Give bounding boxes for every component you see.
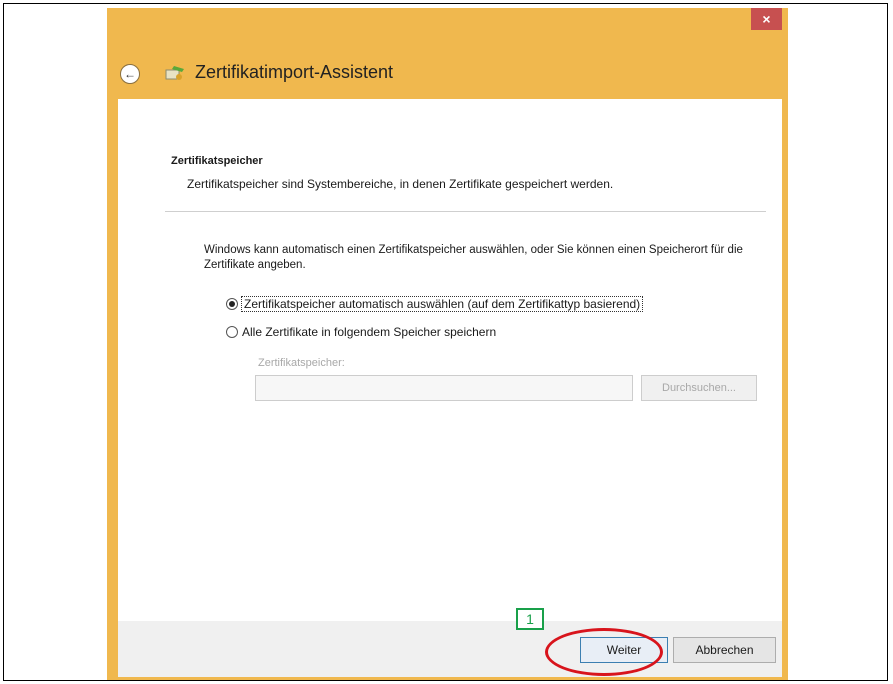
back-button[interactable]: ← — [120, 64, 140, 84]
radio-auto-store[interactable] — [226, 298, 238, 310]
option-manual-store[interactable]: Alle Zertifikate in folgendem Speicher s… — [226, 325, 496, 339]
section-description: Zertifikatspeicher sind Systembereiche, … — [187, 177, 614, 191]
close-icon: × — [762, 11, 771, 27]
store-input[interactable] — [255, 375, 633, 401]
option-auto-store[interactable]: Zertifikatspeicher automatisch auswählen… — [226, 296, 644, 312]
store-field-label: Zertifikatspeicher: — [258, 357, 345, 369]
cancel-button[interactable]: Abbrechen — [673, 637, 776, 663]
intro-text: Windows kann automatisch einen Zertifika… — [204, 244, 743, 271]
wizard-window: × ← Zertifikatimport-Assistent Zertifika… — [107, 8, 788, 680]
highlight-ellipse — [545, 628, 663, 676]
cancel-button-label: Abbrechen — [695, 643, 754, 657]
browse-button[interactable]: Durchsuchen... — [641, 375, 757, 401]
back-arrow-icon: ← — [124, 67, 136, 81]
certificate-wizard-icon — [165, 66, 184, 80]
step-number-badge: 1 — [516, 608, 544, 630]
divider — [165, 211, 766, 212]
wizard-content: Zertifikatspeicher Zertifikatspeicher si… — [118, 99, 782, 621]
option-manual-store-label: Alle Zertifikate in folgendem Speicher s… — [242, 325, 497, 339]
radio-manual-store[interactable] — [226, 326, 238, 338]
close-button[interactable]: × — [751, 8, 782, 30]
option-auto-store-label: Zertifikatspeicher automatisch auswählen… — [240, 296, 644, 312]
section-heading: Zertifikatspeicher — [171, 155, 263, 167]
window-title: Zertifikatimport-Assistent — [195, 62, 394, 82]
wizard-footer: Weiter Abbrechen — [118, 621, 782, 677]
